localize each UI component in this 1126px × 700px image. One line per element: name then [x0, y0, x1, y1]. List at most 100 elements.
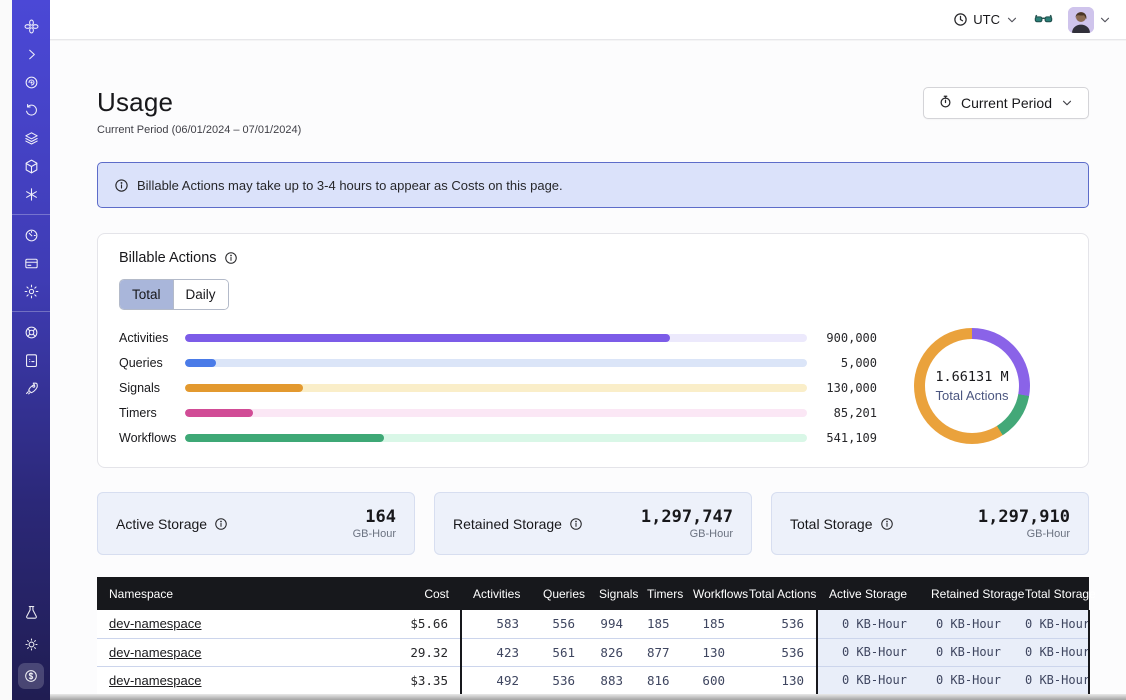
glasses-icon[interactable] [1033, 9, 1054, 30]
storage-card-label: Retained Storage [453, 516, 562, 532]
storage-card-value: 1,297,910 [978, 507, 1070, 527]
rocket-icon[interactable] [12, 374, 50, 402]
total-actions-donut-chart: 1.66131 M Total Actions [914, 328, 1030, 444]
cost-cell: 29.32 [385, 638, 461, 666]
storage-card-value: 1,297,747 [641, 507, 733, 527]
retained-storage-cell: 0 KB-Hour [919, 666, 1013, 694]
window-gutter [0, 0, 12, 700]
signals-cell: 994 [587, 610, 635, 638]
total-storage-cell: 0 KB-Hour [1013, 638, 1089, 666]
queries-cell: 536 [531, 666, 587, 694]
bar-value: 130,000 [821, 381, 877, 395]
total-actions-cell: 536 [737, 638, 817, 666]
credits-coin-icon[interactable] [12, 662, 50, 690]
bar-track [185, 384, 807, 392]
bar-track [185, 334, 807, 342]
bar-row-activities: Activities 900,000 [119, 332, 877, 344]
schedules-icon[interactable] [12, 96, 50, 124]
active-storage-cell: 0 KB-Hour [817, 610, 919, 638]
namespace-link[interactable]: dev-namespace [109, 673, 202, 688]
bar-fill [185, 409, 253, 417]
layers-icon[interactable] [12, 124, 50, 152]
info-icon [114, 178, 129, 193]
cost-cell: $3.35 [385, 666, 461, 694]
temporal-logo[interactable] [12, 12, 50, 40]
table-row: dev-namespace $3.35 492 536 883 816 600 … [97, 666, 1089, 694]
banner-text: Billable Actions may take up to 3-4 hour… [137, 178, 563, 193]
timezone-label: UTC [973, 12, 1000, 27]
sidebar-collapse-button[interactable] [12, 40, 50, 68]
retained-storage-cell: 0 KB-Hour [919, 610, 1013, 638]
workflows-cell: 600 [681, 666, 737, 694]
billing-card-icon[interactable] [12, 249, 50, 277]
col-namespace: Namespace [97, 577, 385, 610]
queries-cell: 556 [531, 610, 587, 638]
storage-card-value: 164 [353, 507, 396, 527]
col-total-storage: Total Storage [1013, 577, 1089, 610]
chevron-down-icon [1060, 96, 1074, 110]
col-active-storage: Active Storage [817, 577, 919, 610]
bar-label: Activities [119, 331, 185, 345]
bar-label: Workflows [119, 431, 185, 445]
period-button-label: Current Period [961, 95, 1052, 111]
bar-track [185, 359, 807, 367]
donut-total-caption: Total Actions [936, 388, 1009, 403]
bar-value: 541,109 [821, 431, 877, 445]
bar-value: 5,000 [821, 356, 877, 370]
theme-sun-icon[interactable] [12, 630, 50, 658]
col-activities: Activities [461, 577, 531, 610]
usage-gauge-icon[interactable] [12, 221, 50, 249]
settings-gear-icon[interactable] [12, 277, 50, 305]
signals-cell: 826 [587, 638, 635, 666]
bar-label: Timers [119, 406, 185, 420]
workflows-cell: 130 [681, 638, 737, 666]
deployments-cube-icon[interactable] [12, 152, 50, 180]
info-banner: Billable Actions may take up to 3-4 hour… [97, 162, 1089, 208]
nexus-asterisk-icon[interactable] [12, 180, 50, 208]
cost-cell: $5.66 [385, 610, 461, 638]
bar-value: 85,201 [821, 406, 877, 420]
billable-actions-title: Billable Actions [119, 250, 217, 266]
billable-actions-bar-chart: Activities 900,000 Queries 5,000 Signals… [119, 328, 877, 444]
clock-icon [953, 12, 968, 27]
namespace-link[interactable]: dev-namespace [109, 616, 202, 631]
col-queries: Queries [531, 577, 587, 610]
docs-icon[interactable] [12, 346, 50, 374]
credits-coin-active-bg [18, 663, 44, 689]
col-retained-storage: Retained Storage [919, 577, 1013, 610]
info-icon[interactable] [224, 251, 238, 265]
namespace-link[interactable]: dev-namespace [109, 645, 202, 660]
tab-total[interactable]: Total [120, 280, 173, 309]
bar-row-timers: Timers 85,201 [119, 407, 877, 419]
tab-daily[interactable]: Daily [173, 280, 228, 309]
labs-flask-icon[interactable] [12, 598, 50, 626]
queries-cell: 561 [531, 638, 587, 666]
table-row: dev-namespace 29.32 423 561 826 877 130 … [97, 638, 1089, 666]
period-selector-button[interactable]: Current Period [923, 87, 1089, 119]
bar-row-signals: Signals 130,000 [119, 382, 877, 394]
chevron-down-icon [1005, 13, 1019, 27]
bar-fill [185, 334, 670, 342]
bar-label: Signals [119, 381, 185, 395]
info-icon[interactable] [569, 517, 583, 531]
account-menu[interactable] [1068, 7, 1112, 33]
support-ring-icon[interactable] [12, 318, 50, 346]
retained-storage-card: Retained Storage 1,297,747 GB-Hour [434, 492, 752, 555]
info-icon[interactable] [880, 517, 894, 531]
active-storage-cell: 0 KB-Hour [817, 638, 919, 666]
timezone-selector[interactable]: UTC [953, 12, 1019, 27]
viewport-edge-shadow [50, 694, 1126, 700]
active-storage-cell: 0 KB-Hour [817, 666, 919, 694]
namespaces-icon[interactable] [12, 68, 50, 96]
col-workflows: Workflows [681, 577, 737, 610]
table-header-row: Namespace Cost Activities Queries Signal… [97, 577, 1089, 610]
storage-card-label: Total Storage [790, 516, 873, 532]
workflows-cell: 185 [681, 610, 737, 638]
info-icon[interactable] [214, 517, 228, 531]
topbar: UTC [50, 0, 1126, 40]
chevron-down-icon [1098, 13, 1112, 27]
storage-card-unit: GB-Hour [641, 528, 733, 540]
timers-cell: 185 [635, 610, 681, 638]
activities-cell: 583 [461, 610, 531, 638]
timers-cell: 877 [635, 638, 681, 666]
